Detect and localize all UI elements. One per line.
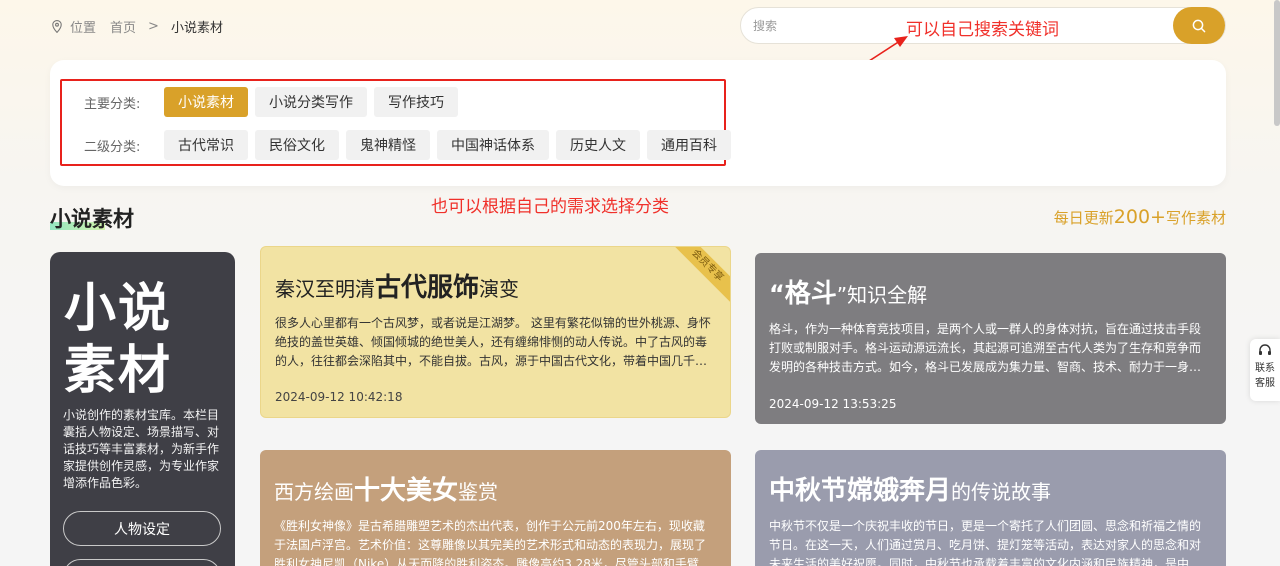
top-bar: 位置 首页 > 小说素材 bbox=[0, 0, 1280, 52]
filter-chip-ghosts-spirits[interactable]: 鬼神精怪 bbox=[346, 130, 430, 160]
article-card-western-paintings[interactable]: 西方绘画十大美女鉴赏 《胜利女神像》是古希腊雕塑艺术的杰出代表，创作于公元前20… bbox=[260, 450, 731, 566]
card-date: 2024-09-12 13:53:25 bbox=[769, 397, 897, 411]
filter-chip-novel-material[interactable]: 小说素材 bbox=[164, 87, 248, 117]
breadcrumb-current: 小说素材 bbox=[170, 21, 223, 36]
sidebar-big-title: 小说 素材 bbox=[64, 278, 172, 402]
card-title-pre: 秦汉至明清 bbox=[275, 277, 375, 301]
card-excerpt: 很多人心里都有一个古风梦，或者说是江湖梦。 这里有繁花似锦的世外桃源、身怀绝技的… bbox=[275, 316, 711, 368]
card-title: “格斗”知识全解 bbox=[769, 273, 927, 310]
filter-chip-general-encyclopedia[interactable]: 通用百科 bbox=[647, 130, 731, 160]
search-icon bbox=[1192, 19, 1206, 32]
card-title-post: 演变 bbox=[479, 277, 520, 301]
member-ribbon: 会员专享 bbox=[668, 247, 730, 305]
annotation-search-hint: 可以自己搜索关键词 bbox=[906, 20, 1059, 40]
headset-icon bbox=[1259, 344, 1271, 355]
card-date: 2024-09-12 10:42:18 bbox=[275, 390, 403, 404]
sidebar-description: 小说创作的素材宝库。本栏目囊括人物设定、场景描写、对话技巧等丰富素材，为新手作家… bbox=[63, 408, 220, 490]
secondary-filter-row: 二级分类: 古代常识 民俗文化 鬼神精怪 中国神话体系 历史人文 通用百科 bbox=[84, 130, 738, 160]
card-title-post: 的传说故事 bbox=[951, 480, 1052, 504]
card-title-bold: 格斗 bbox=[784, 279, 837, 309]
category-sidebar: 小说 素材 小说创作的素材宝库。本栏目囊括人物设定、场景描写、对话技巧等丰富素材… bbox=[50, 252, 235, 566]
card-excerpt: 格斗，作为一种体育竞技项目，是两个人或一群人的身体对抗，旨在通过技击手段打败或制… bbox=[769, 322, 1202, 374]
card-title: 西方绘画十大美女鉴赏 bbox=[274, 470, 498, 507]
card-title-bold: 古代服饰 bbox=[375, 273, 480, 303]
location-pin-icon bbox=[52, 20, 62, 33]
scrollbar-thumb[interactable] bbox=[1274, 0, 1280, 126]
filter-chip-ancient-knowledge[interactable]: 古代常识 bbox=[164, 130, 248, 160]
sidebar-title-line1: 小说 bbox=[64, 279, 173, 339]
breadcrumb: 位置 首页 > 小说素材 bbox=[52, 17, 235, 36]
article-card-fighting[interactable]: “格斗”知识全解 格斗，作为一种体育竞技项目，是两个人或一群人的身体对抗，旨在通… bbox=[755, 253, 1226, 424]
sidebar-title-line2: 素材 bbox=[64, 341, 173, 401]
primary-filter-label: 主要分类: bbox=[84, 96, 141, 112]
card-title-post: ”知识全解 bbox=[836, 283, 928, 307]
secondary-filter-label: 二级分类: bbox=[84, 139, 141, 155]
daily-suffix: 写作素材 bbox=[1165, 209, 1226, 227]
daily-update-note: 每日更新200+写作素材 bbox=[1054, 206, 1226, 228]
service-label-line2: 客服 bbox=[1255, 378, 1275, 389]
section-title-text: 小说素材 bbox=[50, 207, 134, 231]
filter-chip-history-humanities[interactable]: 历史人文 bbox=[556, 130, 640, 160]
section-title: 小说素材 bbox=[50, 203, 134, 233]
filter-chip-novel-genre-writing[interactable]: 小说分类写作 bbox=[255, 87, 367, 117]
sidebar-second-button[interactable] bbox=[63, 559, 221, 566]
card-title: 中秋节嫦娥奔月的传说故事 bbox=[769, 470, 1051, 507]
card-excerpt: 《胜利女神像》是古希腊雕塑艺术的杰出代表，创作于公元前200年左右，现收藏于法国… bbox=[274, 519, 711, 566]
character-setting-button[interactable]: 人物设定 bbox=[63, 511, 221, 546]
card-title-pre: 西方绘画 bbox=[274, 480, 354, 504]
service-label-line1: 联系 bbox=[1255, 363, 1275, 374]
filter-chip-folk-culture[interactable]: 民俗文化 bbox=[255, 130, 339, 160]
filter-chip-writing-skills[interactable]: 写作技巧 bbox=[374, 87, 458, 117]
card-title-pre: “ bbox=[769, 280, 785, 308]
card-title: 秦汉至明清古代服饰演变 bbox=[275, 267, 519, 304]
article-card-mid-autumn[interactable]: 中秋节嫦娥奔月的传说故事 中秋节不仅是一个庆祝丰收的节日，更是一个寄托了人们团圆… bbox=[755, 450, 1226, 566]
breadcrumb-location-label: 位置 bbox=[70, 21, 97, 36]
primary-filter-row: 主要分类: 小说素材 小说分类写作 写作技巧 bbox=[84, 87, 465, 117]
breadcrumb-separator: > bbox=[148, 19, 159, 34]
search-button[interactable] bbox=[1173, 7, 1225, 44]
breadcrumb-home-link[interactable]: 首页 bbox=[110, 17, 136, 36]
card-excerpt: 中秋节不仅是一个庆祝丰收的节日，更是一个寄托了人们团圆、思念和祈福之情的节日。在… bbox=[769, 519, 1202, 566]
customer-service-button[interactable]: 联系 客服 bbox=[1250, 339, 1280, 401]
card-title-post: 鉴赏 bbox=[458, 480, 499, 504]
article-card-ancient-clothing[interactable]: 会员专享 秦汉至明清古代服饰演变 很多人心里都有一个古风梦，或者说是江湖梦。 这… bbox=[260, 246, 731, 418]
annotation-filter-hint: 也可以根据自己的需求选择分类 bbox=[431, 197, 669, 217]
card-title-bold: 十大美女 bbox=[354, 476, 459, 506]
daily-count: 200+ bbox=[1113, 206, 1166, 228]
filter-chip-chinese-mythology[interactable]: 中国神话体系 bbox=[437, 130, 549, 160]
daily-prefix: 每日更新 bbox=[1053, 209, 1114, 227]
card-title-bold: 中秋节嫦娥奔月 bbox=[769, 476, 952, 506]
